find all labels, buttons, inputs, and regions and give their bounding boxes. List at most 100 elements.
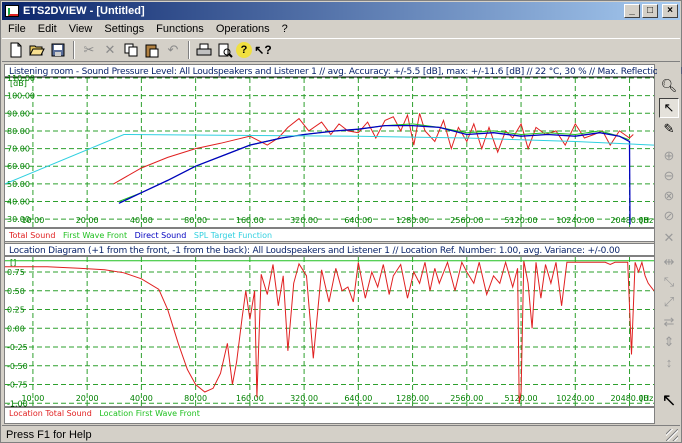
location-y-tick-label: 0.50 bbox=[7, 287, 25, 296]
expand-xy-icon[interactable]: ⤡ bbox=[659, 272, 679, 292]
print-icon[interactable] bbox=[194, 40, 214, 60]
location-x-tick-label: 2560.00 bbox=[450, 394, 483, 403]
spl-legend: Total Sound First Wave Front Direct Soun… bbox=[9, 231, 277, 240]
menu-edit[interactable]: Edit bbox=[32, 23, 63, 35]
location-y-tick-label: -0.75 bbox=[7, 381, 28, 390]
expand-x-icon[interactable]: ⇹ bbox=[659, 252, 679, 272]
chart-area: Listening room - Sound Pressure Level: A… bbox=[4, 64, 682, 424]
shrink-y-icon[interactable]: ↕ bbox=[659, 352, 679, 372]
zoom-out-icon[interactable]: ⊖ bbox=[659, 166, 679, 186]
location-chart[interactable]: 0.750.500.250.00-0.25-0.50-0.75-1.00[]10… bbox=[5, 244, 654, 423]
pointer-icon[interactable]: ↖ bbox=[659, 390, 679, 410]
zoom-in-icon[interactable]: ⊕ bbox=[659, 146, 679, 166]
new-icon[interactable] bbox=[6, 40, 26, 60]
location-x-tick-label: 5120.00 bbox=[505, 394, 538, 403]
title-bar[interactable]: ETS2DVIEW - [Untitled] _ □ × bbox=[2, 2, 680, 20]
window-title: ETS2DVIEW - [Untitled] bbox=[23, 5, 145, 17]
location-y-tick-label: 0.00 bbox=[7, 324, 25, 333]
paste-icon[interactable] bbox=[142, 40, 162, 60]
zoom-icon[interactable]: 🔍︎ bbox=[659, 76, 679, 96]
location-y-tick-label: -0.25 bbox=[7, 343, 28, 352]
menu-settings[interactable]: Settings bbox=[98, 23, 150, 35]
spl-x-tick-label: 5120.00 bbox=[505, 216, 538, 225]
spl-x-tick-label: 10.00 bbox=[21, 216, 44, 225]
maximize-button[interactable]: □ bbox=[642, 4, 658, 18]
spl-y-tick-label: 90.00 bbox=[7, 109, 30, 118]
print-preview-icon[interactable] bbox=[215, 40, 235, 60]
location-x-tick-label: 80.00 bbox=[184, 394, 207, 403]
location-y-tick-label: 0.75 bbox=[7, 268, 25, 277]
legend-location-total-sound: Location Total Sound bbox=[9, 409, 92, 418]
help-icon[interactable]: ? bbox=[236, 42, 252, 58]
spl-series-spl-target-function bbox=[5, 133, 654, 185]
select-arrow-icon[interactable]: ↖ bbox=[659, 98, 679, 118]
location-y-tick-label: 0.25 bbox=[7, 306, 25, 315]
location-x-unit: [Hz] bbox=[640, 394, 654, 403]
menu-help[interactable]: ? bbox=[276, 23, 294, 35]
spl-panel: Listening room - Sound Pressure Level: A… bbox=[5, 65, 682, 241]
spl-x-tick-label: 80.00 bbox=[184, 216, 207, 225]
legend-spl-target: SPL Target Function bbox=[193, 231, 273, 240]
spl-x-tick-label: 40.00 bbox=[130, 216, 153, 225]
menu-functions[interactable]: Functions bbox=[150, 23, 210, 35]
cut-icon[interactable]: ✂ bbox=[79, 40, 99, 60]
copy-icon[interactable] bbox=[121, 40, 141, 60]
app-window: ETS2DVIEW - [Untitled] _ □ × File Edit V… bbox=[0, 0, 682, 443]
toolbar: ✂ ✕ ↶ ? ↖? bbox=[2, 38, 680, 62]
legend-first-wave-front: First Wave Front bbox=[62, 231, 128, 240]
legend-direct-sound: Direct Sound bbox=[134, 231, 187, 240]
location-legend: Location Total Sound Location First Wave… bbox=[9, 409, 205, 418]
spl-x-tick-label: 2560.00 bbox=[450, 216, 483, 225]
spl-x-tick-label: 160.00 bbox=[236, 216, 264, 225]
spl-x-tick-label: 10240.00 bbox=[556, 216, 594, 225]
menu-bar: File Edit View Settings Functions Operat… bbox=[2, 20, 680, 38]
zoom-x-icon[interactable]: ⊗ bbox=[659, 186, 679, 206]
location-y-unit: [] bbox=[10, 258, 16, 267]
shrink-x-icon[interactable]: ⇄ bbox=[659, 312, 679, 332]
pencil-icon[interactable]: ✎ bbox=[659, 119, 679, 139]
spl-y-tick-label: 40.00 bbox=[7, 198, 30, 207]
minimize-button[interactable]: _ bbox=[624, 4, 640, 18]
legend-total-sound: Total Sound bbox=[9, 231, 56, 240]
spl-y-tick-label: 100.00 bbox=[7, 92, 35, 101]
spl-x-tick-label: 20.00 bbox=[76, 216, 99, 225]
spl-x-tick-label: 320.00 bbox=[290, 216, 318, 225]
expand-y-icon[interactable]: ⇕ bbox=[659, 332, 679, 352]
menu-file[interactable]: File bbox=[2, 23, 32, 35]
location-y-tick-label: -0.50 bbox=[7, 362, 28, 371]
menu-view[interactable]: View bbox=[63, 23, 99, 35]
spl-y-tick-label: 70.00 bbox=[7, 145, 30, 154]
shrink-xy-icon[interactable]: ⤢ bbox=[659, 292, 679, 312]
location-x-tick-label: 20.00 bbox=[76, 394, 99, 403]
location-panel: Location Diagram (+1 from the front, -1 … bbox=[5, 244, 654, 423]
zoom-y-icon[interactable]: ⊘ bbox=[659, 206, 679, 226]
crosshair-icon[interactable]: ✕ bbox=[659, 228, 679, 248]
legend-location-first-wave-front: Location First Wave Front bbox=[99, 409, 200, 418]
location-series-location-total-sound bbox=[5, 260, 654, 404]
undo-icon[interactable]: ↶ bbox=[163, 40, 183, 60]
spl-chart[interactable]: 110.00100.0090.0080.0070.0060.0050.0040.… bbox=[5, 65, 654, 241]
spl-y-tick-label: 60.00 bbox=[7, 162, 30, 171]
save-icon[interactable] bbox=[48, 40, 68, 60]
status-bar: Press F1 for Help bbox=[2, 425, 680, 443]
location-x-tick-label: 10.00 bbox=[21, 394, 44, 403]
spl-y-tick-label: 80.00 bbox=[7, 127, 30, 136]
spl-x-tick-label: 1280.00 bbox=[396, 216, 429, 225]
location-x-tick-label: 320.00 bbox=[290, 394, 318, 403]
location-x-tick-label: 10240.00 bbox=[556, 394, 594, 403]
menu-operations[interactable]: Operations bbox=[210, 23, 276, 35]
delete-icon[interactable]: ✕ bbox=[100, 40, 120, 60]
app-icon[interactable] bbox=[5, 5, 19, 17]
open-icon[interactable] bbox=[27, 40, 47, 60]
context-help-icon[interactable]: ↖? bbox=[253, 40, 273, 60]
close-button[interactable]: × bbox=[662, 4, 678, 18]
location-x-tick-label: 160.00 bbox=[236, 394, 264, 403]
location-x-tick-label: 1280.00 bbox=[396, 394, 429, 403]
spl-x-tick-label: 640.00 bbox=[344, 216, 372, 225]
location-x-tick-label: 40.00 bbox=[130, 394, 153, 403]
tool-sidebar: 🔍︎ ↖ ✎ ⊕ ⊖ ⊗ ⊘ ✕ ⇹ ⤡ ⤢ ⇄ ⇕ ↕ ↖ bbox=[657, 64, 681, 424]
spl-y-unit: [dB] bbox=[10, 79, 27, 88]
resize-grip[interactable] bbox=[666, 429, 678, 441]
location-x-tick-label: 640.00 bbox=[344, 394, 372, 403]
status-text: Press F1 for Help bbox=[6, 428, 92, 441]
